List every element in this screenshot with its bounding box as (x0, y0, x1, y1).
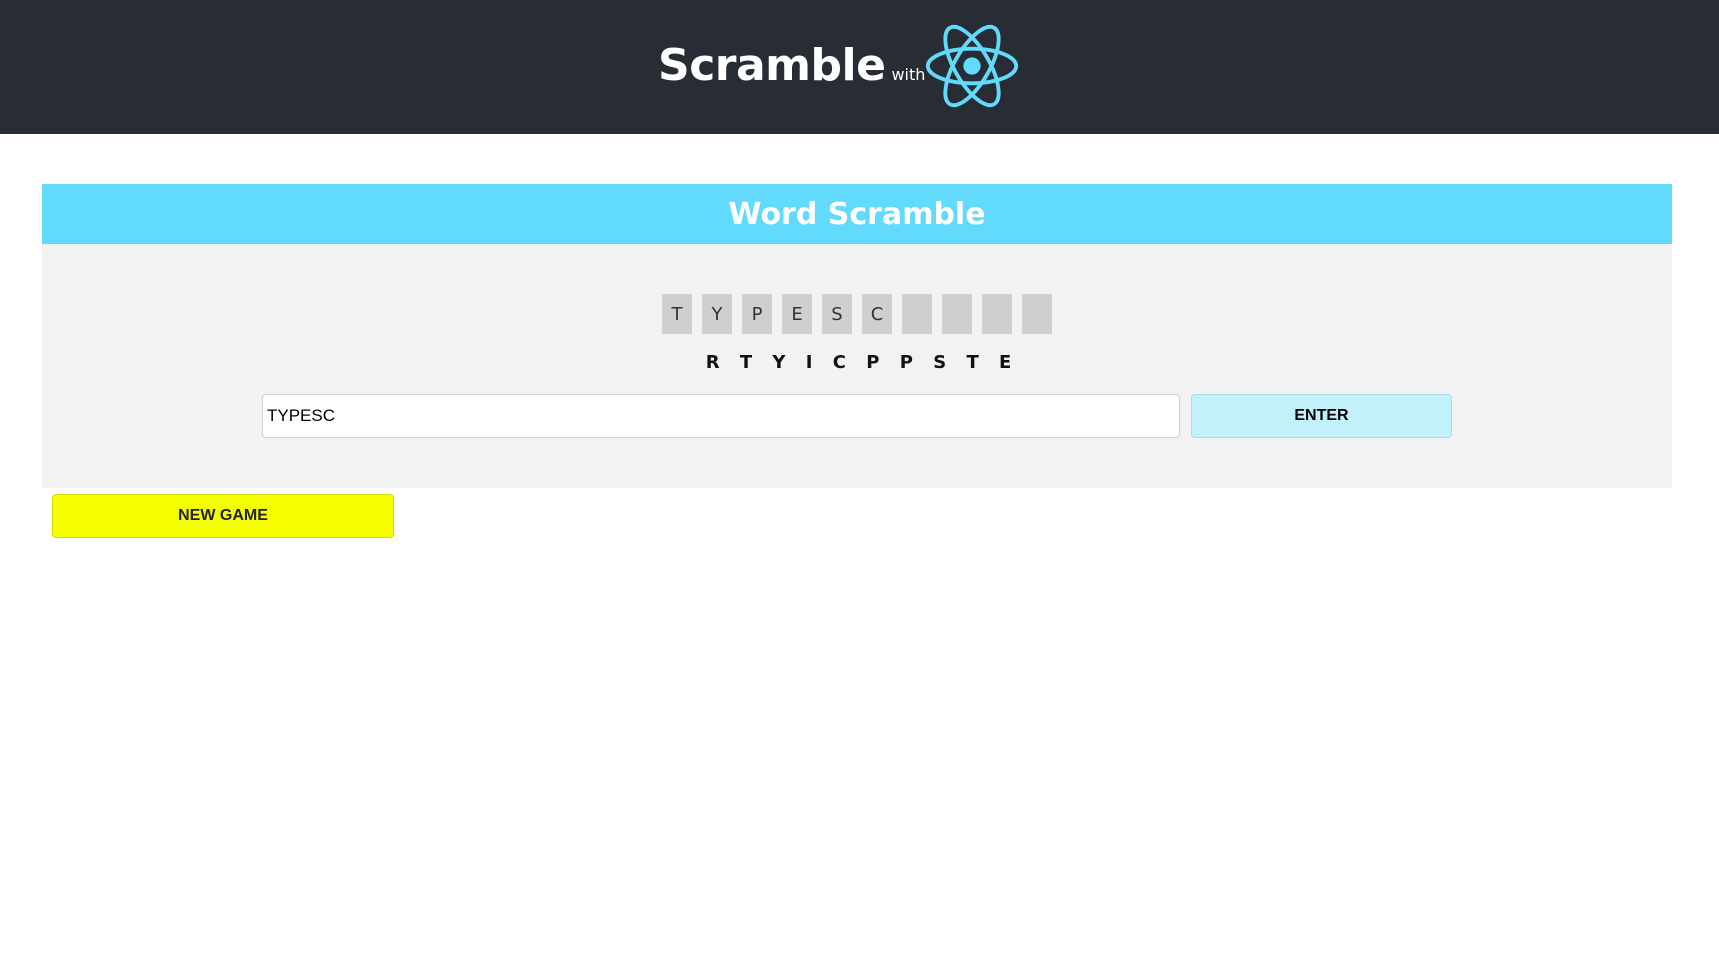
react-atom-icon (925, 24, 1019, 108)
scrambled-letter: S (933, 352, 949, 373)
app-subtitle: with (891, 65, 926, 84)
scrambled-letters: R T Y I C P P S T E (0, 352, 1719, 373)
answer-slot (902, 294, 932, 334)
answer-slot (982, 294, 1012, 334)
guess-input[interactable] (262, 394, 1180, 438)
answer-slots: T Y P E S C (662, 294, 1052, 334)
scrambled-letter: Y (772, 352, 788, 373)
answer-slot: T (662, 294, 692, 334)
scrambled-letter: E (999, 352, 1014, 373)
answer-slot: C (862, 294, 892, 334)
scrambled-letter: R (705, 352, 722, 373)
scrambled-letter: T (739, 352, 755, 373)
new-game-button[interactable]: NEW GAME (52, 494, 394, 538)
answer-slot: S (822, 294, 852, 334)
answer-slot (1022, 294, 1052, 334)
scrambled-letter: I (805, 352, 815, 373)
enter-button[interactable]: ENTER (1191, 394, 1452, 438)
answer-slot: E (782, 294, 812, 334)
scrambled-letter: P (899, 352, 915, 373)
game-title: Word Scramble (728, 196, 986, 232)
answer-slot (942, 294, 972, 334)
brand: Scramble with (658, 40, 925, 100)
answer-slot: P (742, 294, 772, 334)
answer-slot: Y (702, 294, 732, 334)
app-title: Scramble (658, 40, 886, 91)
scrambled-letter: T (966, 352, 981, 373)
scrambled-letter: P (866, 352, 882, 373)
game-panel-header: Word Scramble (42, 184, 1672, 244)
app-header: Scramble with (0, 0, 1719, 134)
scrambled-letter: C (832, 352, 848, 373)
